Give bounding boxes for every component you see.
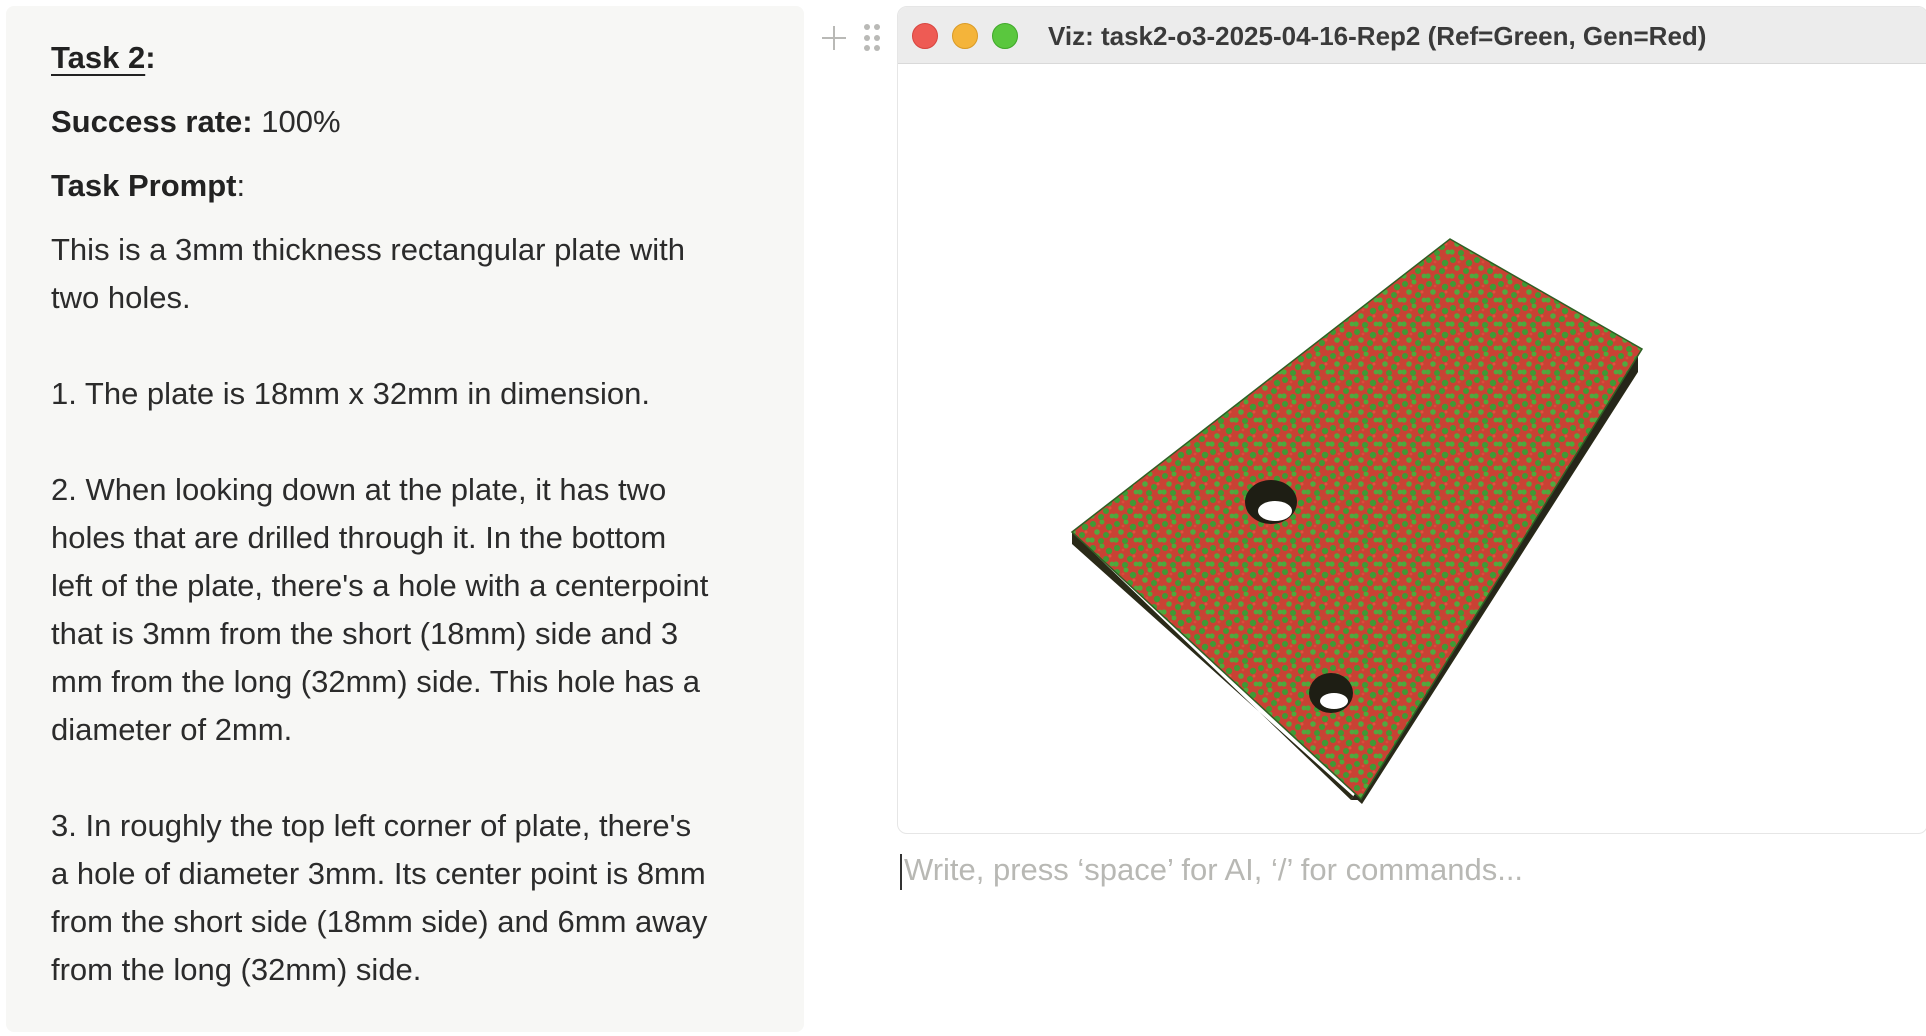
prompt-line: 3. In roughly the top left corner of pla… — [51, 808, 692, 843]
bottom-hole — [1309, 673, 1353, 713]
window-titlebar[interactable]: Viz: task2-o3-2025-04-16-Rep2 (Ref=Green… — [898, 7, 1926, 64]
minimize-window-button[interactable] — [952, 23, 978, 49]
callout-content: Task 2: Success rate: 100% Task Prompt: … — [51, 34, 771, 994]
prompt-line: a hole of diameter 3mm. Its center point… — [51, 856, 706, 891]
drag-handle-icon[interactable] — [860, 22, 880, 54]
task-heading: Task 2: — [51, 40, 156, 75]
plate-render — [1070, 238, 1644, 804]
zoom-window-button[interactable] — [992, 23, 1018, 49]
task-prompt-label-line: Task Prompt: — [51, 168, 246, 203]
editor-placeholder-line[interactable]: Write, press ‘space’ for AI, ‘/’ for com… — [900, 852, 1523, 890]
close-window-button[interactable] — [912, 23, 938, 49]
point-cloud-viewport[interactable] — [898, 64, 1926, 833]
plus-icon[interactable] — [818, 22, 850, 54]
prompt-line: left of the plate, there's a hole with a… — [51, 568, 709, 603]
success-rate-line: Success rate: 100% — [51, 98, 771, 146]
task-heading-link[interactable]: Task 2 — [51, 40, 145, 75]
prompt-line: This is a 3mm thickness rectangular plat… — [51, 232, 686, 267]
top-hole — [1245, 480, 1297, 524]
prompt-line: from the long (32mm) side. — [51, 952, 422, 987]
viz-window: Viz: task2-o3-2025-04-16-Rep2 (Ref=Green… — [897, 6, 1926, 834]
prompt-line: holes that are drilled through it. In th… — [51, 520, 667, 555]
editor-placeholder-text: Write, press ‘space’ for AI, ‘/’ for com… — [904, 852, 1524, 887]
success-rate-label: Success rate: — [51, 104, 253, 139]
block-toolbar — [818, 18, 880, 58]
task-prompt-body: This is a 3mm thickness rectangular plat… — [51, 226, 771, 994]
prompt-line: two holes. — [51, 280, 191, 315]
prompt-paragraph: This is a 3mm thickness rectangular plat… — [51, 226, 771, 322]
success-rate-value: 100% — [261, 104, 341, 139]
prompt-paragraph: 2. When looking down at the plate, it ha… — [51, 466, 771, 754]
prompt-line: that is 3mm from the short (18mm) side a… — [51, 616, 679, 651]
prompt-line: from the short side (18mm side) and 6mm … — [51, 904, 708, 939]
prompt-paragraph: 1. The plate is 18mm x 32mm in dimension… — [51, 370, 771, 418]
prompt-line: mm from the long (32mm) side. This hole … — [51, 664, 700, 699]
prompt-paragraph: 3. In roughly the top left corner of pla… — [51, 802, 771, 994]
prompt-line: 2. When looking down at the plate, it ha… — [51, 472, 667, 507]
text-caret — [900, 853, 902, 890]
task-prompt-label: Task Prompt — [51, 168, 237, 203]
window-title: Viz: task2-o3-2025-04-16-Rep2 (Ref=Green… — [1048, 21, 1707, 51]
prompt-line: diameter of 2mm. — [51, 712, 293, 747]
prompt-line: 1. The plate is 18mm x 32mm in dimension… — [51, 376, 651, 411]
callout-block: Task 2: Success rate: 100% Task Prompt: … — [6, 6, 804, 1032]
plate-top-face — [1070, 238, 1644, 801]
